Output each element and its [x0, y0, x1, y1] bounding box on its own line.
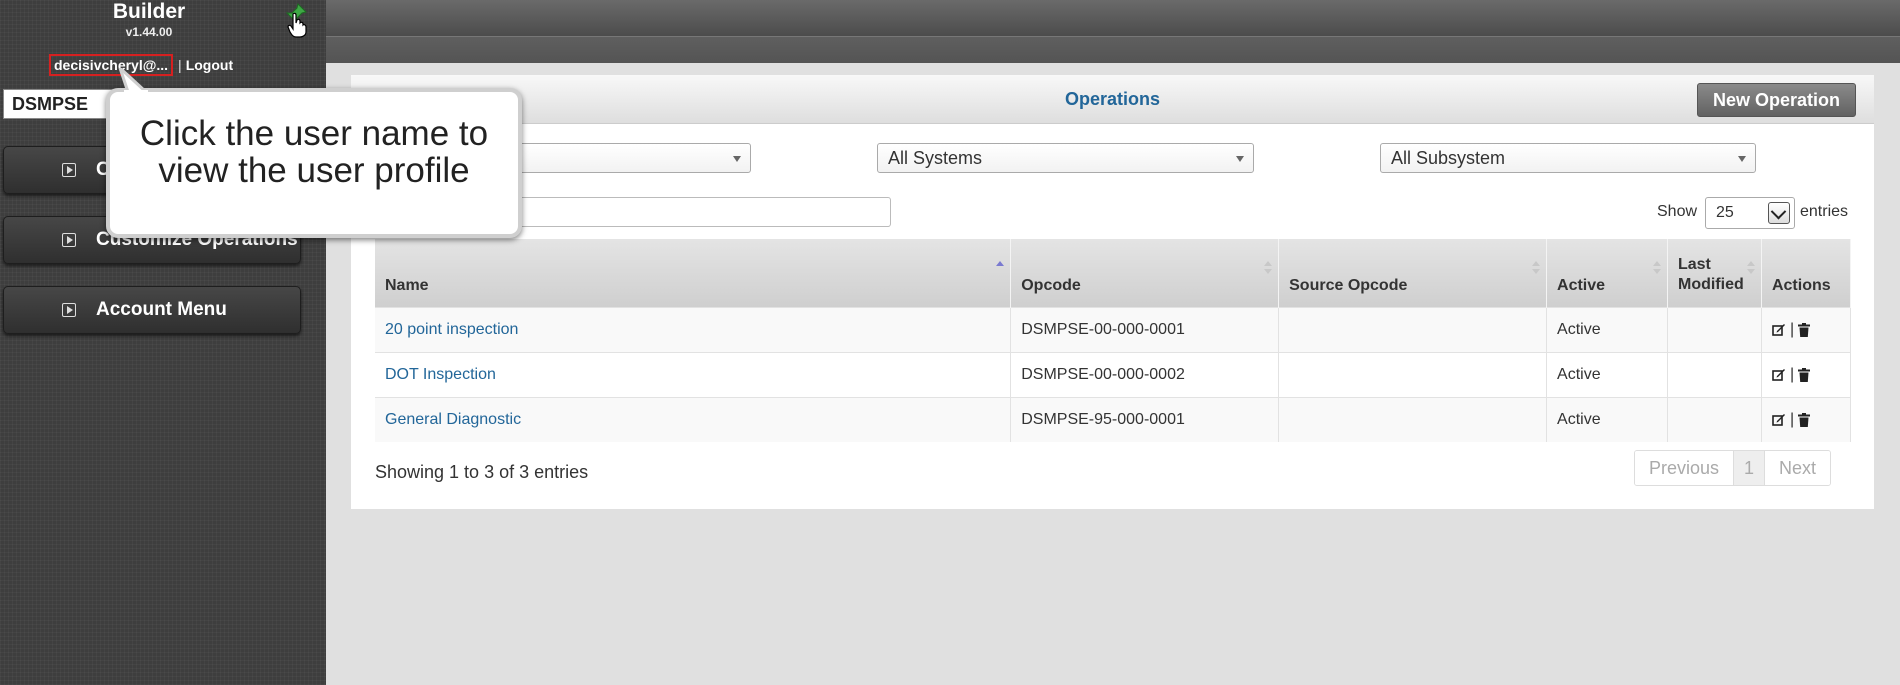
subsystem-filter-value: All Subsystem — [1391, 147, 1506, 168]
page-button-current[interactable]: 1 — [1734, 451, 1766, 485]
table-row: DOT Inspection DSMPSE-00-000-0002 Active… — [375, 351, 1852, 397]
callout-pointer — [118, 68, 148, 98]
chevron-down-icon — [1738, 156, 1746, 162]
table-row: 20 point inspection DSMPSE-00-000-0001 A… — [375, 306, 1852, 352]
column-header-name[interactable]: Name — [375, 239, 1012, 307]
edit-icon[interactable] — [1772, 368, 1786, 382]
entries-label: entries — [1800, 203, 1849, 220]
play-square-icon — [62, 163, 76, 177]
top-bar — [326, 0, 1900, 36]
chevron-down-icon — [1236, 156, 1244, 162]
last-modified-cell — [1667, 396, 1762, 442]
sort-icon — [1746, 261, 1755, 277]
callout-text: Click the user name to view the user pro… — [139, 114, 489, 190]
column-header-last-modified[interactable]: Last Modified — [1667, 239, 1762, 307]
sort-icon — [1532, 261, 1541, 277]
opcode-cell: DSMPSE-00-000-0002 — [1010, 351, 1280, 397]
trash-icon[interactable] — [1798, 322, 1811, 337]
table-row: General Diagnostic DSMPSE-95-000-0001 Ac… — [375, 396, 1852, 442]
search-input[interactable] — [511, 197, 891, 227]
sidebar-item-label: Account Menu — [96, 299, 227, 320]
table-info: Showing 1 to 3 of 3 entries — [375, 462, 589, 482]
action-separator: | — [1789, 410, 1795, 428]
sort-icon — [1264, 261, 1273, 277]
chevron-down-icon — [733, 156, 741, 162]
operations-table: Name Opcode Source Opcode Active Last Mo… — [375, 239, 1852, 442]
chevron-down-icon — [1768, 202, 1790, 224]
trash-icon[interactable] — [1798, 367, 1811, 382]
sort-asc-icon — [996, 261, 1005, 277]
show-label: Show — [1657, 203, 1698, 220]
app-version: v1.44.00 — [125, 25, 173, 39]
hand-cursor-icon — [287, 12, 307, 38]
play-square-icon — [62, 233, 76, 247]
play-square-icon — [62, 303, 76, 317]
edit-icon[interactable] — [1772, 413, 1786, 427]
source-opcode-cell — [1278, 306, 1548, 352]
previous-page-button[interactable]: Previous — [1635, 451, 1735, 485]
active-cell: Active — [1546, 351, 1668, 397]
app-title: Builder — [112, 0, 186, 23]
subsystem-filter-select[interactable]: All Subsystem — [1380, 143, 1756, 173]
opcode-cell: DSMPSE-00-000-0001 — [1010, 306, 1280, 352]
trash-icon[interactable] — [1798, 412, 1811, 427]
tutorial-callout: Click the user name to view the user pro… — [106, 88, 522, 238]
operation-name-link[interactable]: 20 point inspection — [385, 321, 518, 338]
separator: | — [178, 57, 182, 73]
sort-icon — [1652, 261, 1661, 277]
last-modified-cell — [1667, 306, 1762, 352]
column-header-opcode[interactable]: Opcode — [1010, 239, 1280, 307]
sidebar-item-account-menu[interactable]: Account Menu — [3, 286, 301, 334]
active-cell: Active — [1546, 396, 1668, 442]
systems-filter-value: All Systems — [888, 147, 983, 168]
next-page-button[interactable]: Next — [1765, 451, 1831, 485]
column-header-active[interactable]: Active — [1546, 239, 1668, 307]
page-length-select[interactable]: 25 — [1705, 197, 1795, 229]
last-modified-cell — [1667, 351, 1762, 397]
edit-icon[interactable] — [1772, 323, 1786, 337]
panel-header: Operations New Operation — [351, 75, 1874, 124]
operation-name-link[interactable]: General Diagnostic — [385, 411, 521, 428]
action-separator: | — [1789, 320, 1795, 338]
page-length-value: 25 — [1716, 204, 1734, 221]
pagination: Previous 1 Next — [1634, 450, 1832, 486]
table-header-row: Name Opcode Source Opcode Active Last Mo… — [375, 239, 1852, 307]
action-separator: | — [1789, 365, 1795, 383]
column-header-source-opcode[interactable]: Source Opcode — [1278, 239, 1548, 307]
column-header-actions: Actions — [1761, 239, 1852, 307]
panel-title: Operations — [1064, 89, 1161, 109]
systems-filter-select[interactable]: All Systems — [877, 143, 1254, 173]
user-name-link[interactable]: decisivcheryl@... — [49, 54, 174, 76]
sub-bar — [326, 36, 1900, 63]
new-operation-button[interactable]: New Operation — [1696, 83, 1856, 117]
active-cell: Active — [1546, 306, 1668, 352]
source-opcode-cell — [1278, 351, 1548, 397]
logout-link[interactable]: Logout — [186, 57, 233, 73]
source-opcode-cell — [1278, 396, 1548, 442]
opcode-cell: DSMPSE-95-000-0001 — [1010, 396, 1280, 442]
operation-name-link[interactable]: DOT Inspection — [385, 366, 496, 383]
